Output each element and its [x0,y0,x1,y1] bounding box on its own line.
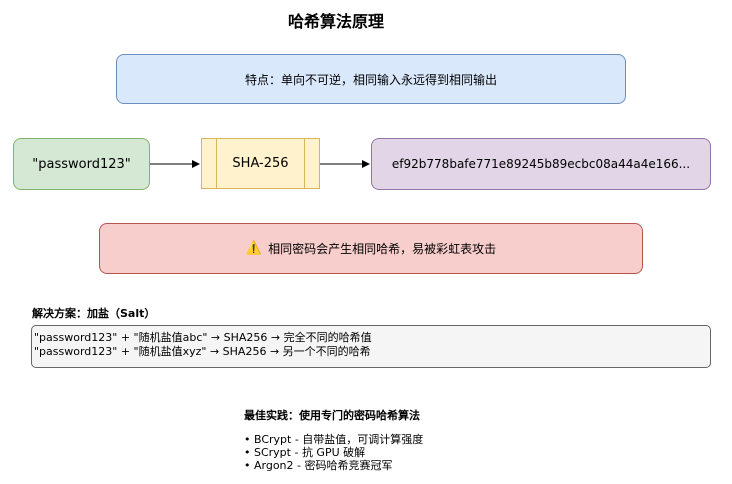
salt-example-line-1: "password123" + "随机盐值abc" → SHA256 → 完全不… [34,331,372,344]
diagram-title: 哈希算法原理 [287,12,384,31]
feature-text: 特点：单向不可逆，相同输入永远得到相同输出 [244,72,497,87]
input-text: "password123" [32,156,131,172]
best-practice-item-bcrypt: • BCrypt - 自带盐值，可调计算强度 [244,433,424,446]
process-left-bar [216,139,217,188]
sha256-process-node: SHA-256 [201,138,320,189]
best-practice-item-scrypt: • SCrypt - 抗 GPU 破解 [244,446,366,459]
best-practice-title: 最佳实践：使用专门的密码哈希算法 [244,409,420,422]
best-practice-list: • BCrypt - 自带盐值，可调计算强度 • SCrypt - 抗 GPU … [244,433,423,472]
best-practice-item-argon2: • Argon2 - 密码哈希竞赛冠军 [244,459,393,472]
output-text: ef92b778bafe771e89245b89ecbc08a44a4e166.… [391,157,691,171]
warning-icon: ⚠️ [245,241,263,256]
process-text: SHA-256 [232,156,289,171]
hash-output-node: ef92b778bafe771e89245b89ecbc08a44a4e166.… [371,138,711,190]
warning-text: 相同密码会产生相同哈希，易被彩虹表攻击 [268,242,497,256]
feature-box: 特点：单向不可逆，相同输入永远得到相同输出 [116,54,626,104]
salt-example-box: "password123" + "随机盐值abc" → SHA256 → 完全不… [31,325,711,368]
solution-title: 解决方案：加盐（Salt） [32,307,156,320]
process-right-bar [304,139,305,188]
input-node: "password123" [13,138,150,190]
salt-example-line-2: "password123" + "随机盐值xyz" → SHA256 → 另一个… [34,345,371,358]
warning-box: ⚠️ 相同密码会产生相同哈希，易被彩虹表攻击 [99,223,643,274]
